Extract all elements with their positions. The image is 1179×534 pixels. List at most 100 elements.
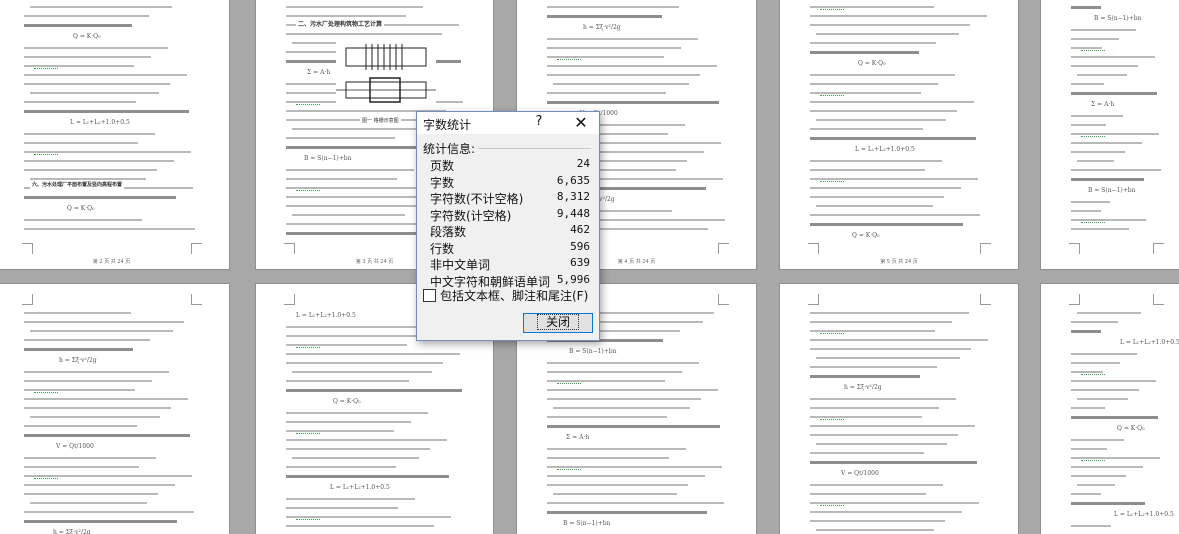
text-line bbox=[810, 339, 988, 341]
stat-row-chars-no-spaces: 字符数(不计空格) 8,312 bbox=[430, 190, 590, 207]
text-line bbox=[24, 457, 156, 459]
text-line bbox=[547, 65, 717, 67]
text-line bbox=[810, 434, 958, 436]
text-line bbox=[292, 457, 419, 459]
stat-row-paragraphs: 段落数 462 bbox=[430, 223, 590, 240]
text-line bbox=[810, 110, 957, 112]
text-line bbox=[24, 520, 177, 523]
crop-mark bbox=[284, 243, 295, 254]
document-page[interactable]: L = L₁+L₂+1.0+0.5 Q = K·Q₀ L = L₁+L₂+1.0+0… bbox=[1041, 284, 1179, 534]
text-line bbox=[24, 228, 195, 230]
text-line bbox=[547, 38, 698, 40]
text-line bbox=[810, 366, 937, 368]
text-line bbox=[1071, 210, 1101, 212]
page-number: 第 2 页 共 24 页 bbox=[92, 259, 131, 265]
include-textboxes-checkbox[interactable]: 包括文本框、脚注和尾注(F) bbox=[423, 287, 588, 303]
text-line bbox=[286, 389, 462, 392]
spelling-squiggle bbox=[34, 66, 58, 69]
text-line bbox=[810, 24, 970, 26]
formula-line: Q = K·Q₀ bbox=[852, 232, 880, 239]
spelling-squiggle bbox=[820, 179, 844, 182]
text-line bbox=[547, 92, 666, 94]
stat-row-pages: 页数 24 bbox=[430, 157, 590, 174]
text-line bbox=[286, 362, 443, 364]
document-page[interactable]: h = Σξ·v²/2g V = Qt/1000 h = Σξ·v²/2g bbox=[0, 284, 229, 534]
checkbox-box[interactable] bbox=[423, 289, 436, 302]
text-line bbox=[24, 160, 174, 162]
text-line bbox=[292, 214, 405, 216]
text-line bbox=[810, 137, 976, 140]
text-line bbox=[810, 407, 939, 409]
close-icon[interactable]: ✕ bbox=[567, 112, 595, 134]
spelling-squiggle bbox=[820, 93, 844, 96]
text-line bbox=[24, 371, 169, 373]
text-line bbox=[1077, 484, 1115, 486]
text-line bbox=[24, 169, 157, 171]
text-line bbox=[286, 6, 423, 8]
text-line bbox=[30, 502, 147, 504]
text-line bbox=[24, 47, 168, 49]
text-line bbox=[286, 507, 398, 509]
crop-mark bbox=[284, 294, 295, 305]
formula-line: B = S(n−1)+bn bbox=[1094, 15, 1142, 22]
formula-line: L = L₁+L₂+1.0+0.5 bbox=[70, 119, 130, 126]
help-icon[interactable]: ? bbox=[529, 114, 549, 129]
text-line bbox=[547, 15, 662, 18]
text-line bbox=[292, 371, 432, 373]
text-line bbox=[810, 493, 926, 495]
text-line bbox=[810, 15, 987, 17]
text-line bbox=[24, 196, 176, 199]
text-line bbox=[24, 101, 136, 103]
document-page[interactable]: Q = K·Q₀ L = L₁+L₂+1.0+0.5 Q = K·Q₀ 第 2 页 共… bbox=[0, 0, 229, 269]
text-line bbox=[547, 457, 669, 459]
spelling-squiggle bbox=[1081, 220, 1105, 223]
text-line bbox=[553, 407, 690, 409]
text-line bbox=[1071, 321, 1118, 323]
text-line bbox=[547, 371, 682, 373]
text-line bbox=[286, 353, 460, 355]
text-line bbox=[1071, 83, 1104, 85]
text-line bbox=[286, 232, 435, 235]
stat-value: 6,635 bbox=[556, 173, 590, 187]
stat-row-chars-with-spaces: 字符数(计空格) 9,448 bbox=[430, 207, 590, 224]
text-line bbox=[810, 128, 923, 130]
document-page[interactable]: B = S(n−1)+bn Σ = A·h B = S(n−1)+bn bbox=[1041, 0, 1179, 269]
text-line bbox=[1071, 228, 1129, 230]
formula-line: Q = K·Q₀ bbox=[67, 205, 95, 212]
text-line bbox=[24, 312, 131, 314]
crop-mark bbox=[1153, 294, 1164, 305]
text-line bbox=[816, 529, 934, 531]
crop-mark bbox=[1153, 243, 1164, 254]
text-line bbox=[547, 484, 688, 486]
stat-label: 字数 bbox=[430, 175, 455, 190]
text-line bbox=[286, 498, 415, 500]
text-line bbox=[810, 187, 961, 189]
text-line bbox=[810, 375, 920, 378]
text-line bbox=[1071, 92, 1157, 95]
text-line bbox=[286, 196, 433, 198]
text-line bbox=[286, 119, 429, 121]
document-page[interactable]: h = Σξ·v²/2g V = Qt/1000 bbox=[780, 284, 1018, 534]
text-line bbox=[286, 335, 424, 337]
text-line bbox=[810, 51, 919, 54]
text-line bbox=[286, 178, 397, 180]
text-line bbox=[30, 6, 172, 8]
spelling-squiggle bbox=[296, 517, 320, 520]
text-line bbox=[1071, 56, 1155, 58]
text-line bbox=[810, 452, 924, 454]
text-line bbox=[24, 348, 133, 351]
crop-mark bbox=[718, 243, 729, 254]
crop-mark bbox=[980, 294, 991, 305]
text-line bbox=[810, 196, 944, 198]
dialog-titlebar[interactable]: 字数统计 ? ✕ bbox=[417, 112, 599, 134]
grille-diagram bbox=[336, 40, 436, 110]
close-button[interactable]: 关闭 bbox=[523, 313, 593, 333]
text-line bbox=[1071, 380, 1156, 382]
formula-line: L = L₁+L₂+1.0+0.5 bbox=[1120, 339, 1179, 346]
text-line bbox=[1071, 124, 1106, 126]
text-line bbox=[1071, 416, 1158, 419]
document-page[interactable]: Q = K·Q₀ L = L₁+L₂+1.0+0.5 Q = K·Q₀ 第 5 页 共… bbox=[780, 0, 1018, 269]
page-number: 第 5 页 共 24 页 bbox=[880, 259, 918, 265]
stat-label: 字符数(不计空格) bbox=[430, 192, 524, 206]
text-line bbox=[547, 425, 720, 428]
